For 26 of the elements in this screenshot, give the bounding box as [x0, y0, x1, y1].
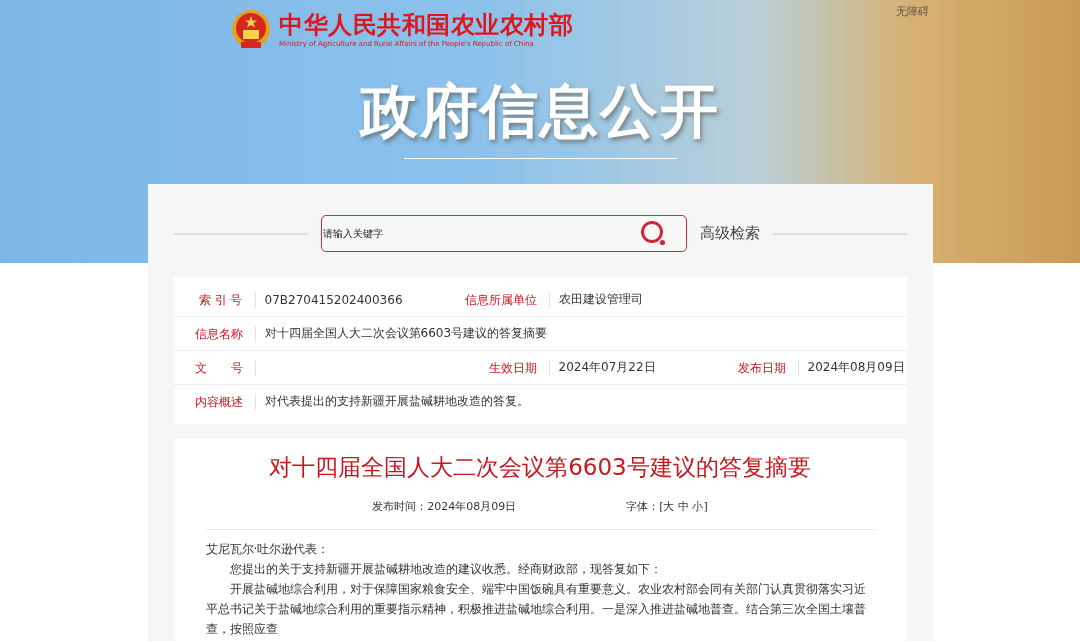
field-label: 信息名称 [173, 325, 256, 342]
publish-time: 发布时间：2024年08月09日 [372, 499, 517, 514]
field-value: 2024年07月22日 [557, 359, 657, 376]
field-value: 2024年08月09日 [806, 359, 906, 376]
field-label: 索 引 号 [173, 291, 256, 308]
field-value: 对代表提出的支持新疆开展盐碱耕地改造的答复。 [263, 393, 530, 410]
banner-title: 政府信息公开 [360, 76, 720, 146]
advanced-search-link[interactable]: 高级检索 [699, 224, 760, 243]
field-label: 文 号 [173, 359, 256, 376]
article-title: 对十四届全国人大二次会议第6603号建议的答复摘要 [268, 453, 812, 482]
field-label: 发布日期 [720, 359, 799, 376]
search-field[interactable]: 请输入关键字 [321, 228, 640, 239]
accessibility-link[interactable]: 无障碍 [896, 4, 929, 19]
field-label: 内容概述 [173, 393, 256, 410]
search-icon[interactable] [639, 219, 668, 248]
ministry-name: 中华人民共和国农业农村部 [279, 11, 573, 39]
field-value: 07B270415202400366 [263, 292, 404, 307]
font-size-control[interactable]: 字体：[大 中 小] [626, 499, 708, 514]
search-bar[interactable]: 请输入关键字 [320, 215, 687, 252]
field-value: 农田建设管理司 [557, 291, 644, 308]
field-value: 对十四届全国人大二次会议第6603号建议的答复摘要 [263, 325, 549, 342]
field-label: 信息所属单位 [455, 291, 550, 308]
paragraph: 您提出的关于支持新疆开展盐碱耕地改造的建议收悉。经商财政部，现答复如下： [228, 561, 663, 578]
salutation: 艾尼瓦尔·吐尔逊代表： [205, 541, 331, 558]
paragraph: 开展盐碱地综合利用，对于保障国家粮食安全、端牢中国饭碗具有重要意义。农业农村部会同有关部门认真贯彻落实习近平总书记关于盐碱地综合利用的重要指示精神，积极推进盐碱地综合利用。一是深入推进盐碱地普查。结合第三次全国土壤普查，按照应查 [205, 581, 867, 638]
field-label: 生效日期 [455, 359, 550, 376]
